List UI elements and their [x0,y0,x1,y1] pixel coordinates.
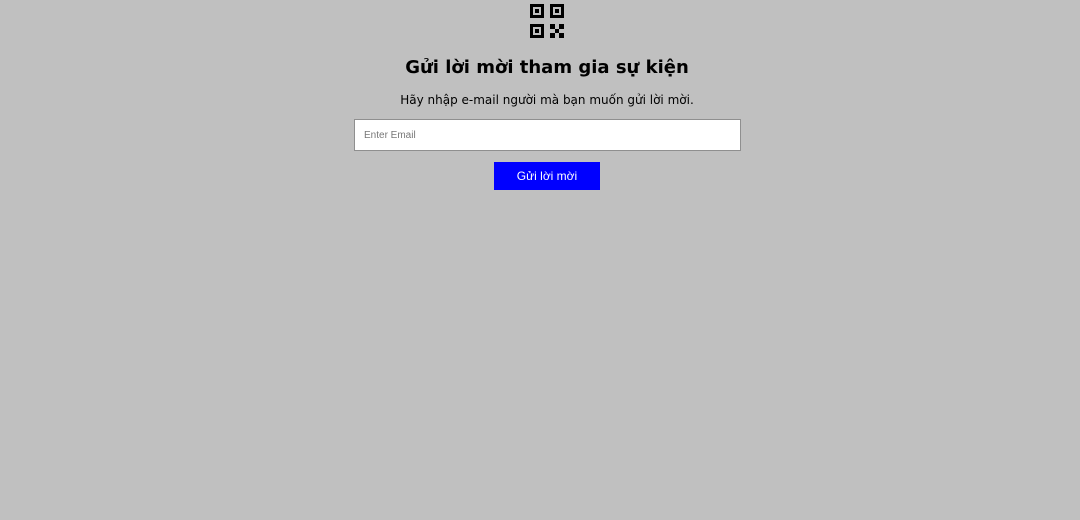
page-subtitle: Hãy nhập e-mail người mà bạn muốn gửi lờ… [400,93,694,107]
send-invite-button[interactable]: Gửi lời mời [494,162,600,190]
page-title: Gửi lời mời tham gia sự kiện [405,57,689,78]
qr-code-icon [530,4,564,38]
invite-page: Gửi lời mời tham gia sự kiện Hãy nhập e-… [0,0,1080,520]
email-input[interactable] [354,119,741,151]
